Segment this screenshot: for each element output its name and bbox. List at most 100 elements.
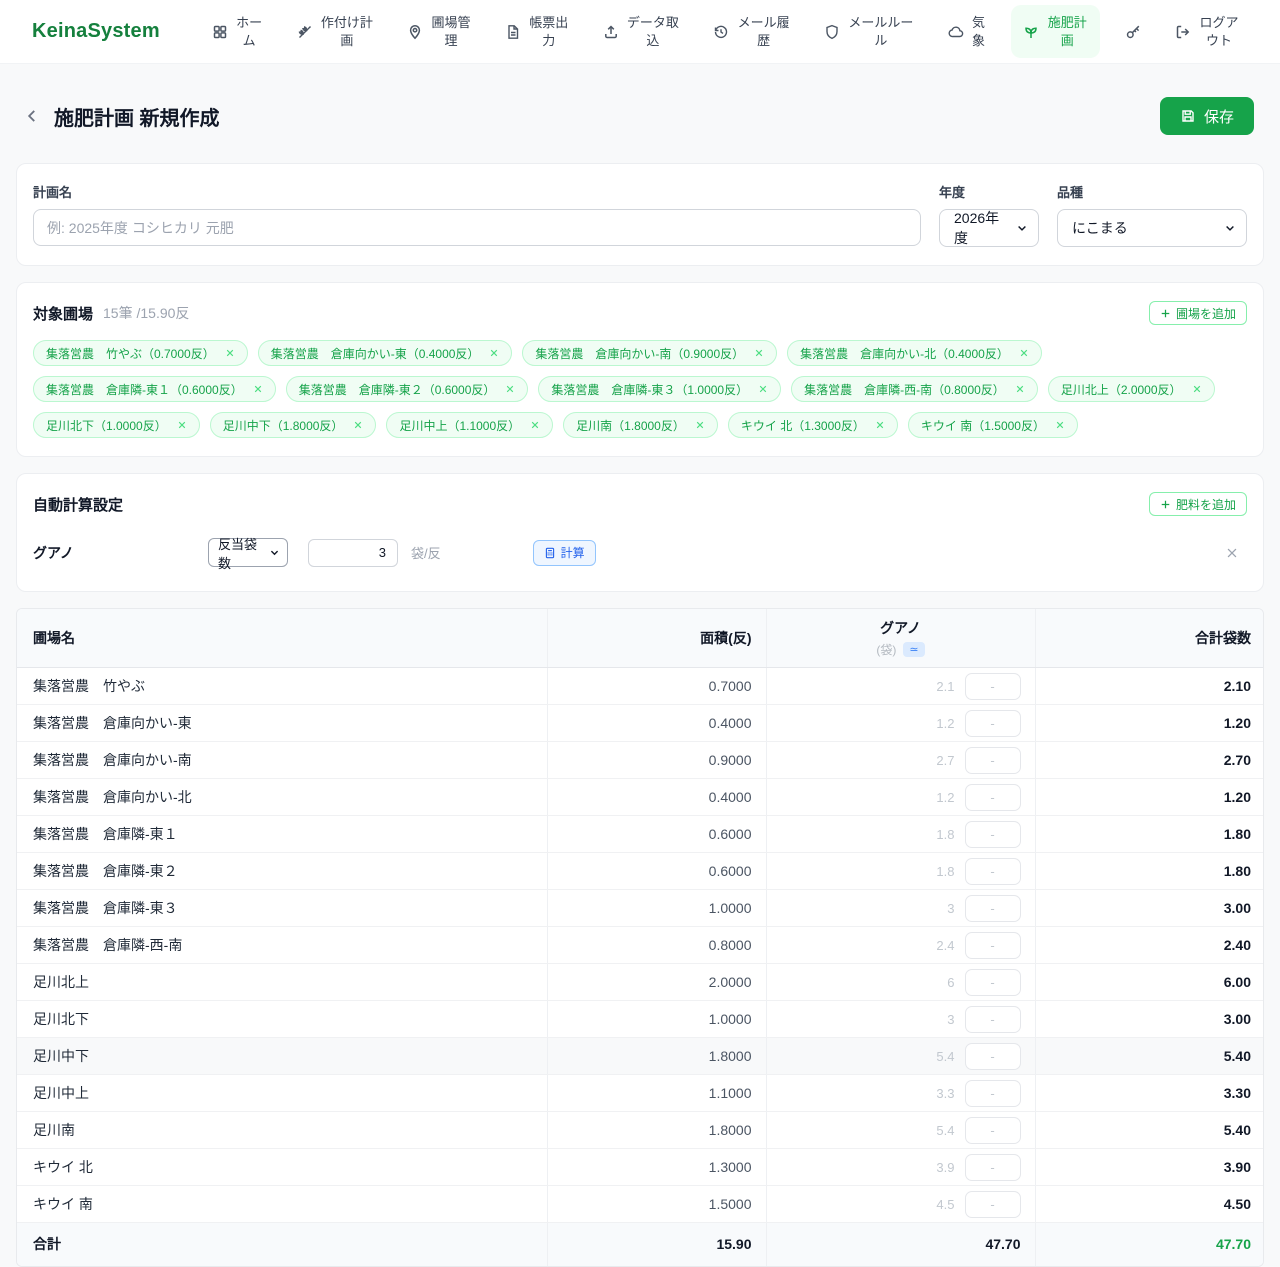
field-tag[interactable]: 集落営農 倉庫向かい-南（0.9000反） [522, 340, 777, 366]
table-row: キウイ 南 1.5000 4.5 4.50 [17, 1186, 1264, 1223]
fertilizer-amount-input[interactable] [965, 932, 1021, 959]
close-icon[interactable] [1015, 384, 1025, 394]
nav-item-field-management[interactable]: 圃場管理 [399, 8, 480, 55]
close-icon[interactable] [758, 384, 768, 394]
fertilizer-amount-input[interactable] [965, 747, 1021, 774]
fertilizer-cell: 1.2 [766, 779, 1035, 816]
nav-item-report-output[interactable]: 帳票出力 [497, 8, 578, 55]
field-tag[interactable]: 集落営農 倉庫向かい-北（0.4000反） [787, 340, 1042, 366]
close-icon[interactable] [505, 384, 515, 394]
fertilizer-amount-input[interactable] [965, 1191, 1021, 1218]
close-icon[interactable] [353, 420, 363, 430]
field-name-cell: キウイ 北 [17, 1149, 547, 1186]
target-fields-count: 15筆 /15.90反 [103, 303, 189, 323]
table-header-row: 圃場名 面積(反) グアノ (袋) ≃ 合計袋数 [17, 609, 1264, 668]
fertilizer-cell: 2.1 [766, 668, 1035, 705]
fertilizer-amount-input[interactable] [965, 1080, 1021, 1107]
add-fertilizer-button[interactable]: 肥料を追加 [1149, 492, 1247, 516]
year-select[interactable]: 2026年度 [939, 209, 1039, 247]
close-icon[interactable] [875, 420, 885, 430]
fertilizer-amount-input[interactable] [965, 1006, 1021, 1033]
fertilizer-amount-input[interactable] [965, 784, 1021, 811]
fertilizer-cell: 1.2 [766, 705, 1035, 742]
plan-name-label: 計画名 [33, 182, 921, 201]
nav-item-cropping-plan[interactable]: 作付け計画 [289, 8, 383, 55]
fertilizer-amount-input[interactable] [965, 1117, 1021, 1144]
calculate-button[interactable]: 計算 [533, 540, 596, 566]
close-icon[interactable] [225, 348, 235, 358]
close-icon[interactable] [177, 420, 187, 430]
fertilizer-amount-input[interactable] [965, 895, 1021, 922]
field-tag[interactable]: 集落営農 倉庫向かい-東（0.4000反） [258, 340, 513, 366]
nav-item-mail-rules[interactable]: メールルール [816, 8, 923, 55]
plan-name-input[interactable] [33, 209, 921, 246]
field-tag[interactable]: 集落営農 倉庫隣-東３（1.0000反） [538, 376, 781, 402]
nav-item-home[interactable]: ホーム [204, 8, 272, 55]
fertilizer-amount-input[interactable] [965, 1154, 1021, 1181]
nav-item-weather[interactable]: 気象 [940, 8, 995, 55]
nav-item-label: ログアウト [1198, 14, 1240, 49]
close-icon[interactable] [489, 348, 499, 358]
field-name-cell: 集落営農 倉庫向かい-東 [17, 705, 547, 742]
close-icon[interactable] [1019, 348, 1029, 358]
field-tag[interactable]: 集落営農 倉庫隣-東２（0.6000反） [286, 376, 529, 402]
nav-item-key[interactable] [1117, 17, 1150, 46]
calculate-button-label: 計算 [561, 544, 585, 561]
close-icon[interactable] [253, 384, 263, 394]
field-tag[interactable]: 足川北下（1.0000反） [33, 412, 200, 438]
header-field-name: 圃場名 [17, 609, 547, 668]
close-icon[interactable] [530, 420, 540, 430]
field-name-cell: 集落営農 倉庫隣-東３ [17, 890, 547, 927]
amount-input[interactable] [308, 539, 398, 567]
nav-item-mail-history[interactable]: メール履歴 [705, 8, 799, 55]
close-icon[interactable] [1055, 420, 1065, 430]
field-tag[interactable]: 集落営農 倉庫隣-西-南（0.8000反） [791, 376, 1038, 402]
fertilizer-amount-input[interactable] [965, 1043, 1021, 1070]
history-icon [713, 24, 729, 40]
remove-fertilizer-icon[interactable] [1225, 546, 1239, 560]
brand-logo[interactable]: KeinaSystem [32, 20, 160, 43]
field-tag[interactable]: 足川中上（1.1000反） [386, 412, 553, 438]
field-tag[interactable]: 集落営農 竹やぶ（0.7000反） [33, 340, 248, 366]
field-tag[interactable]: 足川北上（2.0000反） [1048, 376, 1215, 402]
nav-item-label: 帳票出力 [528, 14, 570, 49]
close-icon[interactable] [1192, 384, 1202, 394]
fertilizer-amount-input[interactable] [965, 858, 1021, 885]
row-total-cell: 6.00 [1035, 964, 1264, 1001]
field-tag[interactable]: 足川南（1.8000反） [563, 412, 718, 438]
suggested-amount: 5.4 [936, 1049, 954, 1064]
area-cell: 0.4000 [547, 779, 766, 816]
area-cell: 1.8000 [547, 1038, 766, 1075]
nav-item-data-import[interactable]: データ取込 [595, 8, 689, 55]
nav-item-fertilization-plan[interactable]: 施肥計画 [1011, 5, 1100, 58]
field-tag-list: 集落営農 竹やぶ（0.7000反） 集落営農 倉庫向かい-東（0.4000反） … [33, 340, 1247, 438]
fertilizer-amount-input[interactable] [965, 821, 1021, 848]
calc-method-select[interactable]: 反当袋数 [208, 538, 288, 567]
field-tag-label: 足川中下（1.8000反） [223, 417, 344, 434]
field-tag[interactable]: キウイ 北（1.3000反） [728, 412, 898, 438]
area-cell: 1.1000 [547, 1075, 766, 1112]
variety-select[interactable]: にこまる [1057, 209, 1247, 247]
fertilizer-amount-input[interactable] [965, 969, 1021, 996]
fertilizer-amount-input[interactable] [965, 673, 1021, 700]
add-field-button[interactable]: 圃場を追加 [1149, 301, 1247, 325]
field-tag-label: 集落営農 倉庫隣-東２（0.6000反） [299, 381, 496, 398]
fertilizer-cell: 3.3 [766, 1075, 1035, 1112]
field-tag-label: 集落営農 倉庫向かい-東（0.4000反） [271, 345, 480, 362]
approx-badge[interactable]: ≃ [903, 642, 924, 657]
nav-item-logout[interactable]: ログアウト [1167, 8, 1248, 55]
close-icon[interactable] [754, 348, 764, 358]
fertilizer-name: グアノ [33, 543, 208, 563]
field-tag[interactable]: 集落営農 倉庫隣-東１（0.6000反） [33, 376, 276, 402]
back-button[interactable] [18, 102, 46, 130]
fertilizer-amount-input[interactable] [965, 710, 1021, 737]
field-tag[interactable]: キウイ 南（1.5000反） [908, 412, 1078, 438]
field-tag-label: 集落営農 倉庫隣-東１（0.6000反） [46, 381, 243, 398]
field-name-cell: 集落営農 倉庫隣-東２ [17, 853, 547, 890]
table-row: 集落営農 倉庫向かい-北 0.4000 1.2 1.20 [17, 779, 1264, 816]
field-tag[interactable]: 足川中下（1.8000反） [210, 412, 377, 438]
table-row: 集落営農 竹やぶ 0.7000 2.1 2.10 [17, 668, 1264, 705]
area-cell: 0.8000 [547, 927, 766, 964]
close-icon[interactable] [695, 420, 705, 430]
save-button[interactable]: 保存 [1160, 97, 1254, 135]
